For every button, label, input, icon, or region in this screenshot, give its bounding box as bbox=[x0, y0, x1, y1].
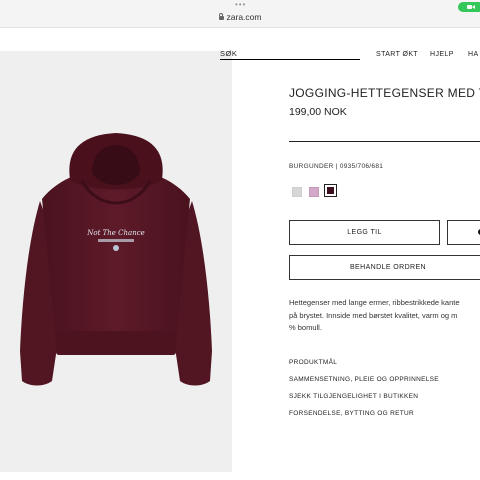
search-underline bbox=[220, 59, 360, 60]
address-bar[interactable]: zara.com bbox=[0, 11, 480, 23]
lock-icon bbox=[218, 13, 224, 20]
link-shipping-returns[interactable]: FORSENDELSE, BYTTING OG RETUR bbox=[289, 410, 414, 417]
camera-indicator-icon bbox=[458, 2, 480, 12]
product-price: 199,00 NOK bbox=[289, 106, 347, 118]
nav-login[interactable]: START ØKT bbox=[376, 51, 418, 58]
hoodie-illustration: Not The Chance bbox=[20, 133, 212, 386]
description-line: Hettegenser med lange ermer, ribbestrikk… bbox=[289, 298, 460, 307]
link-composition-care[interactable]: SAMMENSETNING, PLEIE OG OPPRINNELSE bbox=[289, 376, 439, 383]
divider bbox=[289, 141, 480, 142]
link-product-measurements[interactable]: PRODUKTMÅL bbox=[289, 359, 337, 366]
product-image[interactable]: Not The Chance bbox=[0, 51, 232, 472]
product-title: JOGGING-HETTEGENSER MED TEK bbox=[289, 86, 480, 100]
nav-cart[interactable]: HA bbox=[468, 51, 479, 58]
link-store-availability[interactable]: SJEKK TILGJENGELIGHET I BUTIKKEN bbox=[289, 393, 418, 400]
garment-print-text: Not The Chance bbox=[86, 229, 145, 237]
swatch-light-grey[interactable] bbox=[292, 187, 302, 197]
more-dots-icon[interactable]: ••• bbox=[235, 1, 246, 9]
favorite-button[interactable] bbox=[447, 220, 480, 245]
swatch-burgundy-selected[interactable] bbox=[324, 184, 337, 197]
product-description: Hettegenser med lange ermer, ribbestrikk… bbox=[289, 297, 480, 335]
description-line: på brystet. Innside med børstet kvalitet… bbox=[289, 310, 458, 320]
color-label: BURGUNDER | 0935/706/681 bbox=[289, 163, 384, 170]
description-line: % bomull. bbox=[289, 323, 322, 332]
nav-help[interactable]: HJELP bbox=[430, 51, 454, 58]
swatch-pink[interactable] bbox=[309, 187, 319, 197]
add-to-cart-button[interactable]: LEGG TIL bbox=[289, 220, 440, 245]
checkout-button[interactable]: BEHANDLE ORDREN bbox=[289, 255, 480, 280]
search-label[interactable]: SØK bbox=[220, 49, 237, 58]
url-text: zara.com bbox=[226, 12, 262, 22]
